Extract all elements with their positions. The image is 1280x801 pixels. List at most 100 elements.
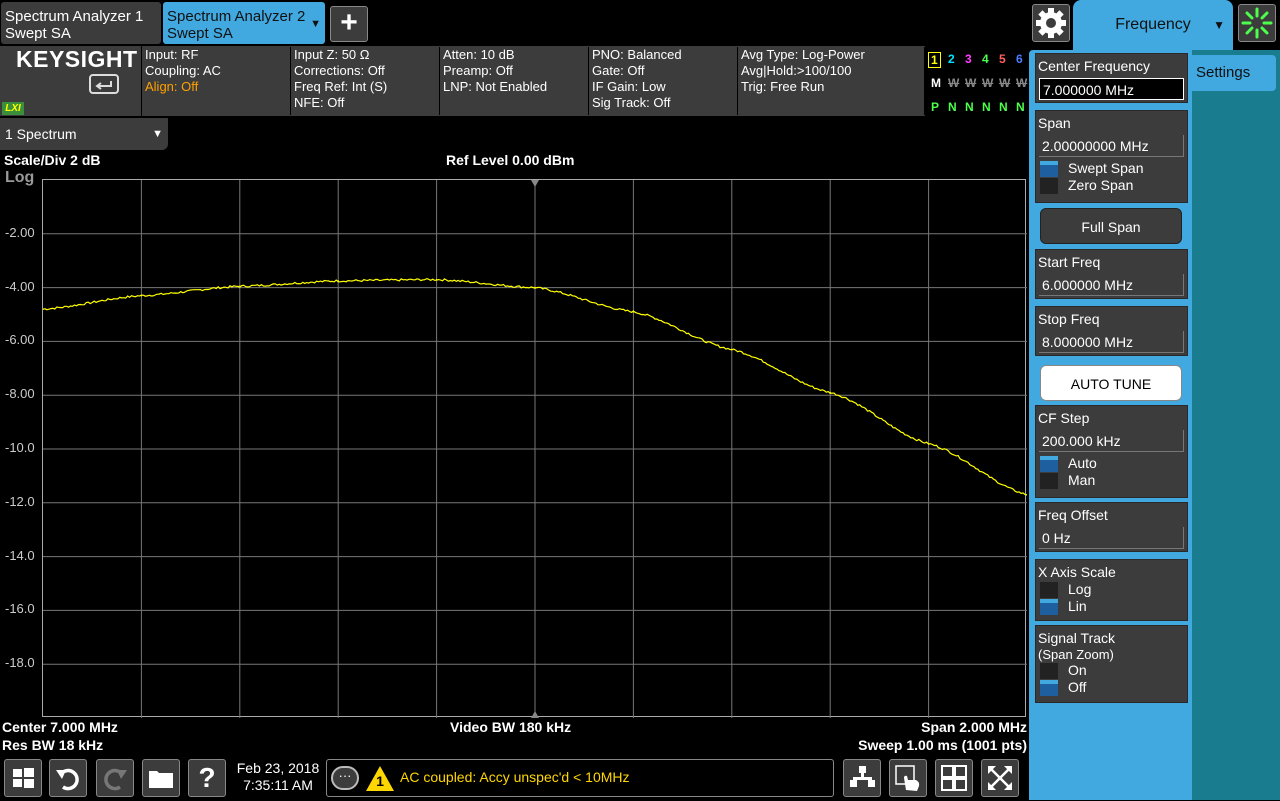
trace-status-panel[interactable]: 1MP2WN3WN4WN5WN6WN <box>925 46 1028 116</box>
x-axis-scale-label: X Axis Scale <box>1038 564 1116 580</box>
trace-6-mode: W <box>1016 76 1028 90</box>
help-icon[interactable]: ? <box>188 759 226 797</box>
tab-settings[interactable]: Settings <box>1188 55 1276 91</box>
trace-2-number: 2 <box>948 52 955 66</box>
signal-track-label: Signal Track <box>1038 630 1116 646</box>
start-freq-control[interactable]: Start Freq 6.000000 MHz <box>1035 249 1188 299</box>
cf-step-auto-label: Auto <box>1068 455 1097 471</box>
info-freq-ref: Freq Ref: Int (S) <box>294 79 388 94</box>
signal-track-off-radio[interactable]: Off <box>1036 679 1187 696</box>
signal-track-sublabel: (Span Zoom) <box>1038 647 1114 662</box>
signal-track-off-label: Off <box>1068 679 1087 695</box>
folder-icon[interactable] <box>142 759 180 797</box>
info-corrections: Corrections: Off <box>294 63 385 78</box>
window-selector[interactable]: 1 Spectrum ▼ <box>0 118 168 150</box>
x-axis-log-radio[interactable]: Log <box>1036 581 1187 598</box>
warning-icon: 1 <box>365 764 395 792</box>
info-sig-track: Sig Track: Off <box>592 95 671 110</box>
y-axis-tick-label: -18.0 <box>5 655 35 671</box>
auto-tune-button[interactable]: AUTO TUNE <box>1040 365 1182 401</box>
trace-1-point <box>927 442 930 445</box>
full-span-button[interactable]: Full Span <box>1040 208 1182 244</box>
y-axis-tick-label: -6.00 <box>5 332 35 348</box>
start-freq-label: Start Freq <box>1038 254 1101 270</box>
signal-track-on-radio[interactable]: On <box>1036 662 1187 679</box>
y-axis-tick-label: -12.0 <box>5 493 35 509</box>
freq-offset-control[interactable]: Freq Offset 0 Hz <box>1035 502 1188 552</box>
trace-1-number: 1 <box>928 52 941 68</box>
gear-icon[interactable] <box>1032 4 1070 42</box>
cf-step-control[interactable]: CF Step 200.000 kHz Auto Man <box>1035 405 1188 498</box>
trace-2-detector: N <box>948 100 957 114</box>
menu-frequency[interactable]: Frequency ▼ <box>1073 0 1233 50</box>
center-frequency-field[interactable]: 7.000000 MHz <box>1039 78 1184 100</box>
scale-per-div: Scale/Div 2 dB <box>4 152 101 168</box>
radio-on-icon <box>1040 599 1058 615</box>
radio-off-icon <box>1040 178 1058 194</box>
span-control[interactable]: Span 2.00000000 MHz Swept Span Zero Span <box>1035 110 1188 203</box>
caret-down-icon: ▼ <box>310 18 321 30</box>
redo-icon[interactable] <box>96 759 134 797</box>
cf-step-auto-radio[interactable]: Auto <box>1036 455 1187 472</box>
add-tab-button[interactable]: + <box>330 6 368 42</box>
x-axis-lin-radio[interactable]: Lin <box>1036 598 1187 615</box>
signal-track-control[interactable]: Signal Track (Span Zoom) On Off <box>1035 625 1188 703</box>
undo-icon[interactable] <box>49 759 87 797</box>
swept-span-radio[interactable]: Swept Span <box>1036 160 1187 177</box>
trace-3-number: 3 <box>965 52 972 66</box>
y-axis-tick-label: -2.00 <box>5 224 35 240</box>
tab-1-mode: Swept SA <box>5 25 71 42</box>
freq-offset-field[interactable]: 0 Hz <box>1039 527 1184 549</box>
info-avg-type: Avg Type: Log-Power <box>741 47 865 62</box>
x-axis-scale-control[interactable]: X Axis Scale Log Lin <box>1035 559 1188 621</box>
start-freq-field[interactable]: 6.000000 MHz <box>1039 274 1184 296</box>
span-field[interactable]: 2.00000000 MHz <box>1039 135 1184 157</box>
trace-1-point <box>731 348 733 351</box>
y-axis-tick-label: -10.0 <box>5 440 35 455</box>
info-pno[interactable]: PNO: Balanced Gate: Off IF Gain: Low Sig… <box>590 47 738 115</box>
center-frequency-control[interactable]: Center Frequency 7.000000 MHz <box>1035 53 1188 103</box>
video-bw-readout: Video BW 180 kHz <box>450 719 572 735</box>
center-frequency-label: Center Frequency <box>1038 58 1151 74</box>
return-icon <box>89 74 119 94</box>
info-avg[interactable]: Avg Type: Log-Power Avg|Hold:>100/100 Tr… <box>739 47 925 115</box>
settings-info-bar: KEYSIGHT LXI Input: RF Coupling: AC Alig… <box>0 46 1028 116</box>
x-axis-lin-label: Lin <box>1068 598 1087 614</box>
radio-off-icon <box>1040 473 1058 489</box>
trace-1-detector: P <box>931 100 940 114</box>
status-message-bar[interactable]: ··· 1 AC coupled: Accy unspec'd < 10MHz <box>326 759 834 797</box>
info-align-warning: Align: Off <box>145 79 199 94</box>
alert-count: 1 <box>376 773 384 789</box>
info-coupling: Coupling: AC <box>145 63 221 78</box>
cf-step-man-radio[interactable]: Man <box>1036 472 1187 489</box>
stop-freq-control[interactable]: Stop Freq 8.000000 MHz <box>1035 306 1188 356</box>
windows-start-icon[interactable] <box>4 759 42 797</box>
tab-spectrum-analyzer-1[interactable]: Spectrum Analyzer 1 Swept SA <box>1 2 161 44</box>
local-remote-icon[interactable] <box>843 759 881 797</box>
tab-spectrum-analyzer-2[interactable]: Spectrum Analyzer 2 Swept SA ▼ <box>163 2 325 44</box>
cf-step-field[interactable]: 200.000 kHz <box>1039 430 1184 452</box>
spectrum-graph[interactable] <box>42 179 1028 718</box>
trace-1-point <box>632 311 635 313</box>
keysight-logo[interactable]: KEYSIGHT LXI <box>0 46 142 116</box>
right-panel-background <box>1192 50 1280 800</box>
status-message-text: AC coupled: Accy unspec'd < 10MHz <box>400 769 630 785</box>
info-trigger: Trig: Free Run <box>741 79 825 94</box>
res-bw-readout: Res BW 18 kHz <box>2 737 104 753</box>
trace-3-mode: W <box>965 76 977 90</box>
cf-step-label: CF Step <box>1038 410 1090 426</box>
touch-icon[interactable] <box>889 759 927 797</box>
window-layout-icon[interactable] <box>935 759 973 797</box>
brand-name: KEYSIGHT <box>16 46 138 72</box>
maximize-icon[interactable] <box>981 759 1019 797</box>
info-input-z[interactable]: Input Z: 50 Ω Corrections: Off Freq Ref:… <box>292 47 440 115</box>
message-history-icon[interactable]: ··· <box>331 766 359 790</box>
info-atten[interactable]: Atten: 10 dB Preamp: Off LNP: Not Enable… <box>441 47 589 115</box>
busy-spinner-icon[interactable] <box>1238 4 1276 42</box>
stop-freq-field[interactable]: 8.000000 MHz <box>1039 331 1184 353</box>
info-input[interactable]: Input: RF Coupling: AC Align: Off <box>143 47 291 115</box>
freq-offset-label: Freq Offset <box>1038 507 1108 523</box>
zero-span-radio[interactable]: Zero Span <box>1036 177 1187 194</box>
trace-3-detector: N <box>965 100 974 114</box>
trace-5-mode: W <box>999 76 1011 90</box>
